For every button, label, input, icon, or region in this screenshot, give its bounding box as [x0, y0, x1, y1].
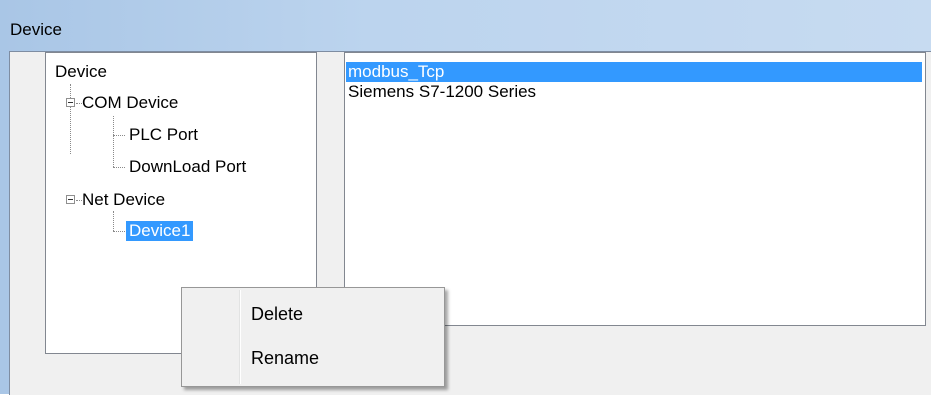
- list-item-label: modbus_Tcp: [348, 62, 445, 81]
- tree-item-device1[interactable]: Device1: [126, 221, 194, 241]
- list-item[interactable]: Siemens S7-1200 Series: [346, 82, 922, 102]
- tree-connector-line: [113, 211, 114, 231]
- window-title: Device: [10, 20, 62, 39]
- tree-item-net-device[interactable]: Net Device: [82, 190, 165, 210]
- menu-item-label: Rename: [251, 348, 320, 368]
- collapse-icon[interactable]: [66, 98, 75, 107]
- tree-connector-line: [113, 167, 125, 168]
- tree-connector-line: [113, 231, 125, 232]
- list-item[interactable]: modbus_Tcp: [346, 62, 922, 82]
- tree-item-com-device[interactable]: COM Device: [82, 93, 178, 113]
- menu-item-label: Delete: [251, 304, 304, 324]
- context-menu: Delete Rename: [181, 287, 445, 387]
- driver-list[interactable]: modbus_Tcp Siemens S7-1200 Series: [344, 52, 926, 326]
- list-item-label: Siemens S7-1200 Series: [348, 82, 537, 101]
- tree-connector-line: [113, 135, 125, 136]
- tree-item-download-port[interactable]: DownLoad Port: [129, 157, 246, 177]
- menu-item-rename[interactable]: Rename: [184, 340, 442, 376]
- menu-item-delete[interactable]: Delete: [184, 296, 442, 332]
- device-dialog: Device Device COM Device PLC Port DownLo…: [0, 0, 931, 395]
- tree-item-plc-port[interactable]: PLC Port: [129, 125, 198, 145]
- title-bar[interactable]: Device: [0, 0, 931, 50]
- tree-root-label[interactable]: Device: [55, 62, 107, 82]
- tree-connector-line: [70, 84, 71, 154]
- tree-connector-line: [113, 116, 114, 167]
- collapse-icon[interactable]: [66, 195, 75, 204]
